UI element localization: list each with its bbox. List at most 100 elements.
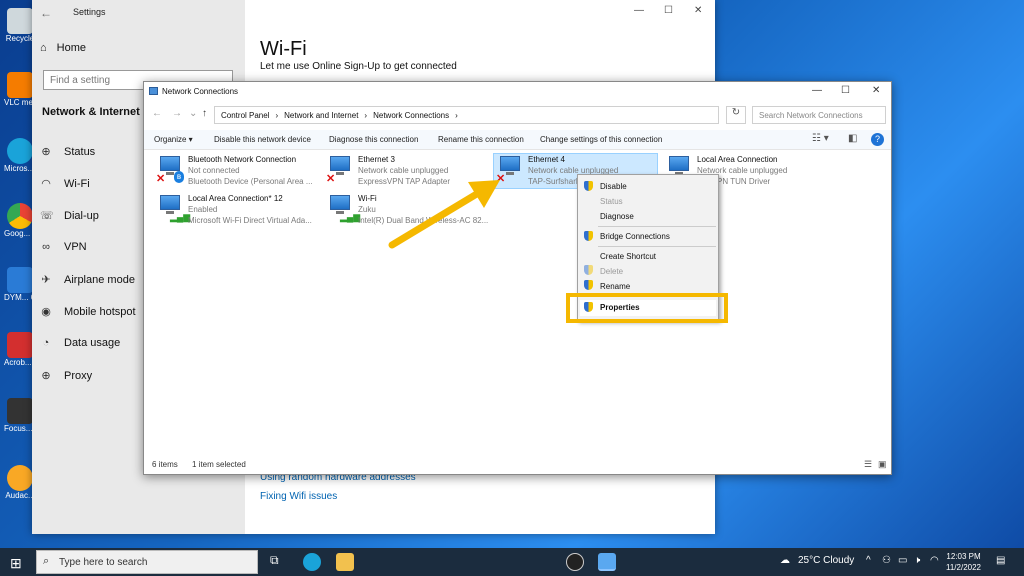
recycle-bin-icon: [7, 8, 33, 34]
nav-vpn[interactable]: ∞ VPN: [40, 241, 87, 253]
menu-rename[interactable]: Rename: [600, 282, 630, 291]
volume-icon[interactable]: 🕨: [914, 555, 920, 566]
forward-icon[interactable]: →: [172, 108, 182, 119]
disconnected-x-icon: ✕: [326, 173, 336, 185]
nav-wifi[interactable]: ◠ Wi-Fi: [40, 177, 90, 191]
large-icons-view-icon[interactable]: ▣: [878, 459, 887, 470]
fixing-wifi-link[interactable]: Fixing Wifi issues: [260, 491, 337, 502]
diagnose-button[interactable]: Diagnose this connection: [329, 135, 418, 144]
maximize-icon[interactable]: ☐: [841, 85, 850, 96]
nav-status[interactable]: ⊕ Status: [40, 145, 96, 159]
nav-airplane-mode[interactable]: ✈ Airplane mode: [40, 273, 135, 287]
menu-delete[interactable]: Delete: [600, 267, 623, 276]
clock[interactable]: 12:03 PM 11/2/2022: [946, 551, 981, 573]
annotation-arrow: [388, 180, 500, 249]
proxy-icon: ⊕: [41, 370, 51, 382]
nav-dialup[interactable]: ☏ Dial-up: [40, 209, 99, 223]
nav-data-usage[interactable]: ◔ Data usage: [40, 337, 121, 349]
home-label: Home: [56, 42, 86, 54]
search-input[interactable]: Search Network Connections: [752, 106, 886, 124]
nav-label: Dial-up: [64, 209, 99, 222]
task-view-icon[interactable]: ⧉: [270, 553, 288, 571]
airplane-icon: ✈: [41, 274, 51, 286]
menu-diagnose[interactable]: Diagnose: [600, 212, 634, 221]
breadcrumb-item[interactable]: Control Panel: [221, 111, 269, 120]
audacity-icon: [7, 465, 33, 491]
nav-label: Status: [64, 145, 96, 158]
app-icon[interactable]: [566, 553, 584, 571]
network-folder-icon: [149, 87, 158, 95]
details-view-icon[interactable]: ☰: [864, 459, 872, 470]
minimize-icon[interactable]: —: [812, 85, 822, 96]
network-connections-taskbar-icon[interactable]: [598, 553, 616, 571]
connection-device: Microsoft Wi-Fi Direct Virtual Ada...: [188, 216, 312, 225]
help-icon[interactable]: ?: [871, 133, 884, 146]
nav-label: Wi-Fi: [64, 177, 90, 190]
breadcrumb-item[interactable]: Network and Internet: [284, 111, 358, 120]
taskbar-search[interactable]: ⌕ Type here to search: [36, 550, 258, 574]
change-settings-button[interactable]: Change settings of this connection: [540, 135, 662, 144]
connection-name: Bluetooth Network Connection: [188, 155, 297, 164]
wifi-tray-icon[interactable]: ◠: [930, 555, 939, 566]
taskbar-search-placeholder: Type here to search: [59, 557, 148, 568]
rename-button[interactable]: Rename this connection: [438, 135, 524, 144]
maximize-icon[interactable]: ☐: [664, 5, 673, 16]
wifi-icon: ◠: [41, 178, 51, 190]
nav-label: Data usage: [64, 337, 121, 349]
bluetooth-icon: ʙ: [174, 171, 184, 183]
windows-start-icon[interactable]: ⊞: [10, 555, 22, 572]
connection-status: Enabled: [188, 205, 218, 214]
home-nav[interactable]: ⌂ Home: [40, 42, 86, 54]
chevron-up-icon[interactable]: ^: [866, 555, 871, 566]
address-row: ← → ⌄ ↑ Control Panel › Network and Inter…: [144, 104, 891, 126]
weather-icon[interactable]: ☁: [780, 555, 790, 566]
recent-icon[interactable]: ⌄: [189, 108, 197, 119]
connection-bluetooth[interactable]: ✕ ʙ Bluetooth Network Connection Not con…: [154, 154, 319, 190]
menu-status[interactable]: Status: [600, 197, 623, 206]
close-icon[interactable]: ✕: [694, 5, 702, 16]
nav-mobile-hotspot[interactable]: ◉ Mobile hotspot: [40, 305, 135, 319]
edge-icon[interactable]: [303, 553, 321, 571]
back-icon[interactable]: ←: [152, 108, 162, 119]
focusrite-icon: [7, 398, 33, 424]
chevron-right-icon: ›: [364, 111, 368, 120]
nav-label: Proxy: [64, 369, 93, 382]
search-icon: ⌕: [43, 555, 50, 567]
chevron-right-icon: ›: [275, 111, 279, 120]
netwin-title: Network Connections: [162, 87, 239, 96]
up-icon[interactable]: ↑: [202, 108, 207, 119]
refresh-icon[interactable]: ↻: [726, 106, 746, 124]
disable-device-button[interactable]: Disable this network device: [214, 135, 311, 144]
network-tray-icon[interactable]: ▭: [898, 555, 907, 566]
breadcrumb[interactable]: Control Panel › Network and Internet › Net…: [214, 106, 719, 124]
command-bar: Organize ▾ Disable this network device D…: [144, 130, 891, 150]
disconnected-x-icon: ✕: [156, 173, 166, 185]
shield-icon: [584, 280, 593, 290]
clock-time: 12:03 PM: [946, 552, 981, 561]
connection-name: Ethernet 3: [358, 155, 395, 164]
breadcrumb-item[interactable]: Network Connections: [373, 111, 449, 120]
close-icon[interactable]: ✕: [872, 85, 880, 96]
menu-separator: [598, 226, 716, 227]
connection-device: TAP-Surfshark: [528, 177, 580, 186]
status-bar: 6 items 1 item selected ☰ ▣: [144, 456, 891, 474]
people-icon[interactable]: ⚇: [882, 555, 891, 566]
file-explorer-icon[interactable]: [336, 553, 354, 571]
weather-text[interactable]: 25°C Cloudy: [798, 555, 854, 566]
preview-pane-icon[interactable]: ◧: [848, 133, 857, 144]
notifications-icon[interactable]: ▤: [996, 555, 1005, 566]
menu-disable[interactable]: Disable: [600, 182, 627, 191]
dymo-icon: [7, 267, 33, 293]
view-options-icon[interactable]: ☷ ▾: [812, 133, 829, 144]
organize-button[interactable]: Organize ▾: [154, 135, 193, 144]
menu-create-shortcut[interactable]: Create Shortcut: [600, 252, 656, 261]
nav-proxy[interactable]: ⊕ Proxy: [40, 369, 93, 383]
connection-local-area-12[interactable]: ▂▄▆ Local Area Connection* 12 Enabled Mi…: [154, 193, 319, 229]
vpn-icon: ∞: [42, 241, 50, 253]
menu-bridge[interactable]: Bridge Connections: [600, 232, 670, 241]
item-count: 6 items: [152, 460, 178, 469]
minimize-icon[interactable]: —: [634, 5, 644, 16]
back-arrow-icon[interactable]: ←: [40, 6, 52, 20]
network-connections-window: Network Connections — ☐ ✕ ← → ⌄ ↑ Contro…: [143, 81, 892, 475]
connection-name: Ethernet 4: [528, 155, 565, 164]
